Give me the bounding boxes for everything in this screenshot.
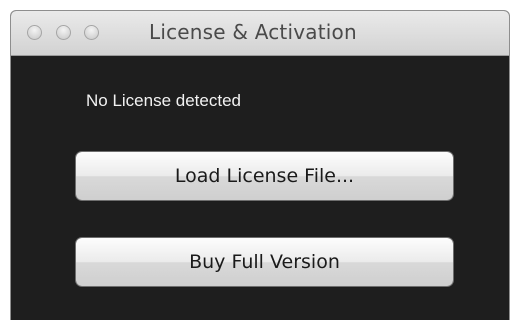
window-title: License & Activation [149,20,357,44]
license-activation-window: License & Activation No License detected… [11,11,509,320]
close-window-button[interactable] [27,25,42,40]
minimize-window-button[interactable] [56,25,71,40]
zoom-window-button[interactable] [84,25,99,40]
title-bar[interactable]: License & Activation [11,11,509,56]
buy-full-version-button[interactable]: Buy Full Version [76,238,453,286]
license-status-text: No License detected [86,91,241,110]
load-license-file-button[interactable]: Load License File... [76,152,453,200]
